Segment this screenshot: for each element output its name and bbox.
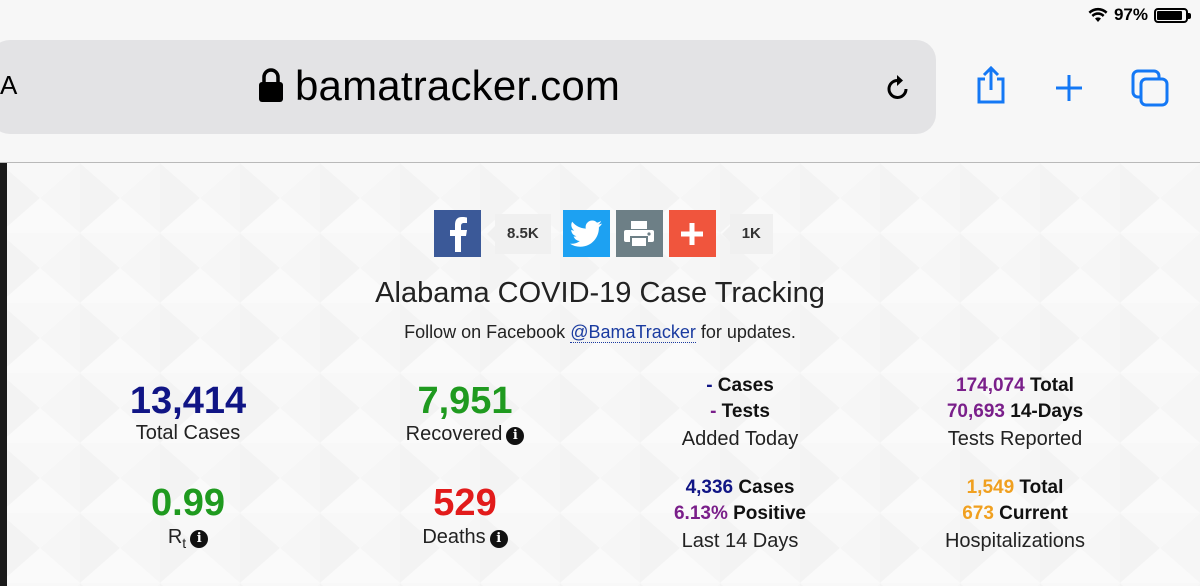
battery-percent: 97% (1113, 5, 1148, 24)
tests-total-value: 174,074 (956, 375, 1025, 396)
info-icon[interactable]: i (506, 427, 525, 445)
lock-icon (258, 67, 284, 108)
hospitalizations-label: Hospitalizations (944, 530, 1086, 552)
status-bar: 97% (1088, 4, 1191, 26)
recovered-stat: 7,951 Recovered i (360, 381, 570, 446)
reader-aa-button[interactable]: A (0, 70, 17, 101)
positive-rate-label: Positive (727, 503, 807, 524)
cases-added-label: Cases (712, 375, 774, 396)
added-today-label: Added Today (681, 428, 799, 450)
cases-14days-value: 4,336 (685, 477, 734, 498)
cases-14days-label: Cases (733, 477, 795, 498)
hospitalizations-stat: 1,549 Total 673 Current Hospitalizations (900, 475, 1130, 553)
new-tab-icon[interactable] (1054, 73, 1084, 108)
rt-stat: 0.99 Rt i (88, 483, 288, 555)
tests-14days-value: 70,693 (946, 401, 1005, 422)
recovered-value: 7,951 (417, 380, 513, 422)
deaths-label: Deaths (422, 526, 486, 548)
browser-toolbar: 97% A bamatracker.com (0, 0, 1200, 163)
follow-line: Follow on Facebook @BamaTracker for upda… (0, 322, 1200, 343)
total-cases-label: Total Cases (135, 422, 241, 444)
rt-value: 0.99 (151, 482, 225, 524)
total-cases-value: 13,414 (129, 380, 247, 422)
total-share-count: 1K (721, 213, 773, 254)
hospital-total-label: Total (1014, 477, 1064, 498)
twitter-share-button[interactable] (562, 210, 610, 257)
info-icon[interactable]: i (190, 530, 209, 548)
tabs-icon[interactable] (1131, 69, 1169, 112)
print-share-button[interactable] (615, 210, 663, 257)
address-bar[interactable]: A bamatracker.com (0, 40, 936, 134)
facebook-share-count: 8.5K (487, 213, 551, 254)
hospital-current-value: 673 (962, 503, 994, 524)
tests-reported-stat: 174,074 Total 70,693 14-Days Tests Repor… (900, 373, 1130, 451)
facebook-icon (449, 216, 467, 252)
rt-label: R (167, 526, 183, 548)
total-cases-stat: 13,414 Total Cases (88, 381, 288, 445)
battery-icon (1154, 7, 1191, 23)
share-bar: 8.5K 1K (434, 210, 773, 257)
reload-icon[interactable] (885, 74, 911, 107)
facebook-page-link[interactable]: @BamaTracker (570, 322, 696, 343)
tests-added-label: Tests (716, 401, 770, 422)
deaths-stat: 529 Deaths i (360, 483, 570, 549)
twitter-icon (570, 220, 603, 247)
wifi-icon (1088, 7, 1108, 23)
hospital-total-value: 1,549 (966, 477, 1015, 498)
follow-suffix: for updates. (695, 322, 796, 342)
hospital-current-label: Current (993, 503, 1068, 524)
tests-reported-label: Tests Reported (947, 428, 1083, 450)
print-icon (624, 220, 655, 248)
plus-icon (681, 222, 704, 245)
tests-total-label: Total (1024, 375, 1074, 396)
facebook-share-button[interactable] (434, 210, 481, 257)
recovered-label: Recovered (405, 423, 503, 445)
last-14-days-label: Last 14 Days (681, 530, 799, 552)
url-text[interactable]: bamatracker.com (295, 62, 620, 110)
left-edge-bar (0, 163, 7, 586)
info-icon[interactable]: i (489, 530, 508, 548)
added-today-stat: - Cases - Tests Added Today (640, 373, 840, 451)
share-icon[interactable] (975, 65, 1007, 109)
deaths-value: 529 (433, 482, 497, 524)
positive-rate-value: 6.13% (673, 503, 728, 524)
rt-label-sub: t (182, 535, 187, 551)
page-title: Alabama COVID-19 Case Tracking (375, 277, 825, 309)
tests-14days-label: 14-Days (1004, 401, 1084, 422)
more-share-button[interactable] (668, 210, 716, 257)
follow-prefix: Follow on Facebook (404, 322, 571, 342)
last-14-days-stat: 4,336 Cases 6.13% Positive Last 14 Days (630, 475, 850, 553)
